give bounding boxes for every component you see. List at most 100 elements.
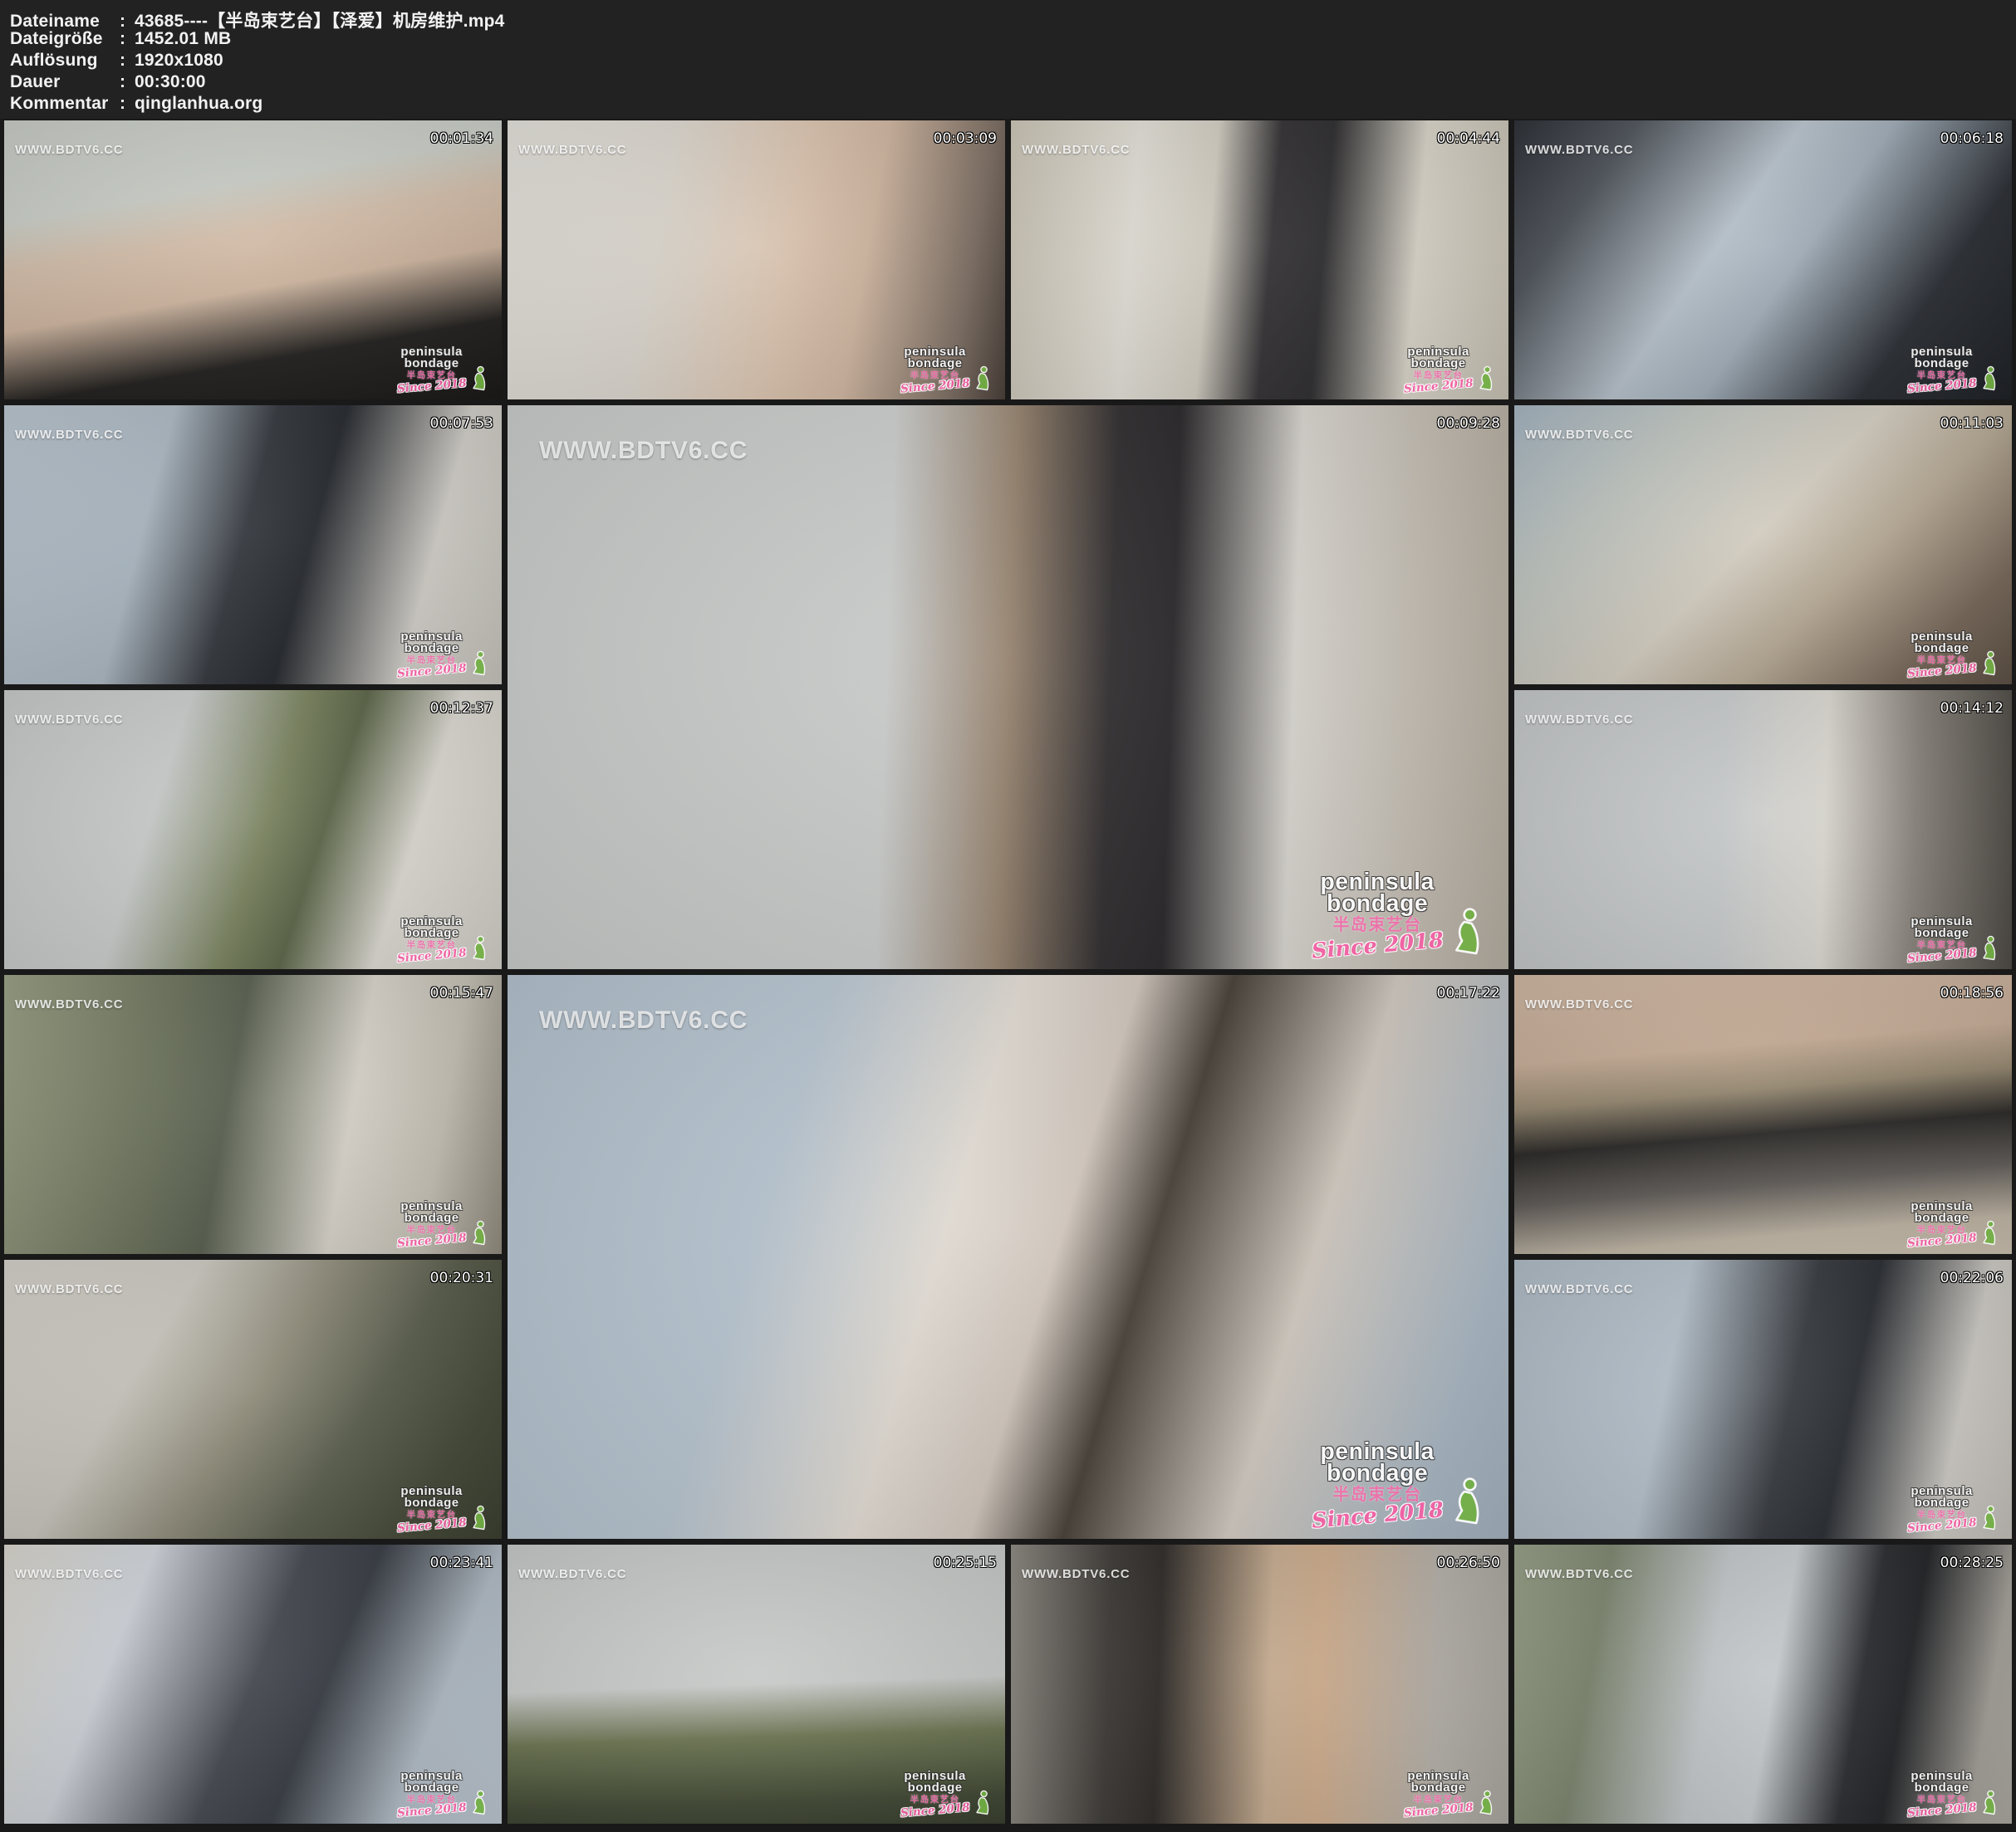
logo-line-2: bondage: [397, 358, 467, 370]
video-thumbnail[interactable]: WWW.BDTV6.CC 00:09:28 peninsula bondage …: [508, 405, 1508, 969]
site-watermark: WWW.BDTV6.CC: [15, 428, 123, 442]
kneeling-figure-icon: [1979, 1505, 1999, 1531]
logo-text: peninsula bondage 半岛束艺台 Since 2018: [1907, 1486, 1977, 1531]
site-watermark: WWW.BDTV6.CC: [539, 437, 748, 465]
timestamp-overlay: 00:15:47: [430, 985, 493, 1002]
logo-line-2: bondage: [397, 1782, 467, 1794]
peninsula-bondage-logo: peninsula bondage 半岛束艺台 Since 2018: [1312, 871, 1485, 958]
meta-row-filename: Dateiname : 43685----【半岛束艺台】【泽爱】机房维护.mp4: [10, 7, 2008, 29]
logo-line-2: bondage: [1907, 358, 1977, 370]
video-thumbnail[interactable]: WWW.BDTV6.CC 00:01:34 peninsula bondage …: [4, 120, 502, 399]
kneeling-figure-icon: [468, 1790, 488, 1816]
resolution-label: Auflösung: [10, 51, 120, 71]
video-thumbnail[interactable]: WWW.BDTV6.CC 00:06:18 peninsula bondage …: [1514, 120, 2012, 399]
thumbnail-grid: WWW.BDTV6.CC 00:01:34 peninsula bondage …: [4, 120, 2012, 1824]
timestamp-overlay: 00:11:03: [1940, 415, 2004, 432]
meta-row-comment: Kommentar : qinglanhua.org: [10, 94, 2008, 115]
timestamp-overlay: 00:18:56: [1940, 985, 2004, 1002]
site-watermark: WWW.BDTV6.CC: [539, 1007, 748, 1035]
video-thumbnail[interactable]: WWW.BDTV6.CC 00:28:25 peninsula bondage …: [1514, 1545, 2012, 1824]
peninsula-bondage-logo: peninsula bondage 半岛束艺台 Since 2018: [1907, 1771, 1999, 1816]
video-thumbnail[interactable]: WWW.BDTV6.CC 00:14:12 peninsula bondage …: [1514, 690, 2012, 969]
video-thumbnail[interactable]: WWW.BDTV6.CC 00:23:41 peninsula bondage …: [4, 1545, 502, 1824]
logo-text: peninsula bondage 半岛束艺台 Since 2018: [1404, 1771, 1474, 1816]
logo-line-2: bondage: [1312, 893, 1444, 914]
video-thumbnail[interactable]: WWW.BDTV6.CC 00:20:31 peninsula bondage …: [4, 1260, 502, 1539]
video-thumbnail[interactable]: WWW.BDTV6.CC 00:17:22 peninsula bondage …: [508, 975, 1508, 1539]
peninsula-bondage-logo: peninsula bondage 半岛束艺台 Since 2018: [900, 1771, 992, 1816]
timestamp-overlay: 00:14:12: [1940, 700, 2004, 717]
logo-text: peninsula bondage 半岛束艺台 Since 2018: [1907, 916, 1977, 962]
logo-line-2: bondage: [1404, 1782, 1474, 1794]
timestamp-overlay: 00:25:15: [934, 1555, 997, 1571]
file-info-header: Dateiname : 43685----【半岛束艺台】【泽爱】机房维护.mp4…: [0, 0, 2016, 119]
kneeling-figure-icon: [972, 1790, 992, 1816]
kneeling-figure-icon: [1979, 1790, 1999, 1816]
video-thumbnail[interactable]: WWW.BDTV6.CC 00:04:44 peninsula bondage …: [1011, 120, 1508, 399]
site-watermark: WWW.BDTV6.CC: [1525, 1282, 1633, 1296]
video-thumbnail[interactable]: WWW.BDTV6.CC 00:18:56 peninsula bondage …: [1514, 975, 2012, 1254]
kneeling-figure-icon: [972, 365, 992, 392]
duration-label: Dauer: [10, 72, 120, 92]
logo-line-2: bondage: [397, 1212, 467, 1224]
meta-row-duration: Dauer : 00:30:00: [10, 72, 2008, 94]
video-thumbnail[interactable]: WWW.BDTV6.CC 00:03:09 peninsula bondage …: [508, 120, 1005, 399]
logo-line-2: bondage: [1907, 1497, 1977, 1509]
peninsula-bondage-logo: peninsula bondage 半岛束艺台 Since 2018: [397, 631, 488, 677]
peninsula-bondage-logo: peninsula bondage 半岛束艺台 Since 2018: [1907, 631, 1999, 677]
video-thumbnail[interactable]: WWW.BDTV6.CC 00:07:53 peninsula bondage …: [4, 405, 502, 684]
peninsula-bondage-logo: peninsula bondage 半岛束艺台 Since 2018: [1907, 916, 1999, 962]
comment-label: Kommentar: [10, 94, 120, 114]
kneeling-figure-icon: [1979, 365, 1999, 392]
meta-row-filesize: Dateigröße : 1452.01 MB: [10, 29, 2008, 51]
timestamp-overlay: 00:22:06: [1940, 1270, 2004, 1286]
timestamp-overlay: 00:09:28: [1437, 415, 1500, 432]
logo-text: peninsula bondage 半岛束艺台 Since 2018: [397, 631, 467, 677]
kneeling-figure-icon: [1447, 907, 1485, 958]
site-watermark: WWW.BDTV6.CC: [15, 1567, 123, 1581]
logo-text: peninsula bondage 半岛束艺台 Since 2018: [1312, 871, 1444, 958]
site-watermark: WWW.BDTV6.CC: [15, 143, 123, 157]
timestamp-overlay: 00:06:18: [1940, 130, 2004, 147]
logo-line-2: bondage: [397, 928, 467, 939]
logo-text: peninsula bondage 半岛束艺台 Since 2018: [397, 1771, 467, 1816]
logo-text: peninsula bondage 半岛束艺台 Since 2018: [397, 1201, 467, 1247]
video-thumbnail[interactable]: WWW.BDTV6.CC 00:26:50 peninsula bondage …: [1011, 1545, 1508, 1824]
video-thumbnail[interactable]: WWW.BDTV6.CC 00:22:06 peninsula bondage …: [1514, 1260, 2012, 1539]
comment-value: qinglanhua.org: [135, 94, 2008, 114]
site-watermark: WWW.BDTV6.CC: [518, 143, 626, 157]
video-thumbnail[interactable]: WWW.BDTV6.CC 00:12:37 peninsula bondage …: [4, 690, 502, 969]
separator: :: [120, 29, 135, 49]
timestamp-overlay: 00:26:50: [1437, 1555, 1500, 1571]
timestamp-overlay: 00:17:22: [1437, 985, 1500, 1002]
logo-line-2: bondage: [1907, 1782, 1977, 1794]
video-thumbnail[interactable]: WWW.BDTV6.CC 00:11:03 peninsula bondage …: [1514, 405, 2012, 684]
separator: :: [120, 94, 135, 114]
kneeling-figure-icon: [1475, 1790, 1495, 1816]
logo-line-2: bondage: [1907, 643, 1977, 654]
peninsula-bondage-logo: peninsula bondage 半岛束艺台 Since 2018: [1907, 1201, 1999, 1247]
duration-value: 00:30:00: [135, 72, 2008, 92]
separator: :: [120, 72, 135, 92]
logo-text: peninsula bondage 半岛束艺台 Since 2018: [397, 1486, 467, 1531]
timestamp-overlay: 00:03:09: [934, 130, 997, 147]
logo-line-2: bondage: [1907, 928, 1977, 939]
meta-row-resolution: Auflösung : 1920x1080: [10, 51, 2008, 72]
logo-line-2: bondage: [900, 358, 970, 370]
peninsula-bondage-logo: peninsula bondage 半岛束艺台 Since 2018: [397, 346, 488, 392]
peninsula-bondage-logo: peninsula bondage 半岛束艺台 Since 2018: [900, 346, 992, 392]
kneeling-figure-icon: [468, 650, 488, 677]
video-thumbnail[interactable]: WWW.BDTV6.CC 00:15:47 peninsula bondage …: [4, 975, 502, 1254]
logo-text: peninsula bondage 半岛束艺台 Since 2018: [900, 1771, 970, 1816]
site-watermark: WWW.BDTV6.CC: [15, 713, 123, 727]
filesize-label: Dateigröße: [10, 29, 120, 49]
peninsula-bondage-logo: peninsula bondage 半岛束艺台 Since 2018: [1907, 1486, 1999, 1531]
kneeling-figure-icon: [1475, 365, 1495, 392]
logo-text: peninsula bondage 半岛束艺台 Since 2018: [397, 346, 467, 392]
site-watermark: WWW.BDTV6.CC: [1022, 143, 1130, 157]
video-thumbnail[interactable]: WWW.BDTV6.CC 00:25:15 peninsula bondage …: [508, 1545, 1005, 1824]
kneeling-figure-icon: [1979, 650, 1999, 677]
logo-text: peninsula bondage 半岛束艺台 Since 2018: [397, 916, 467, 962]
site-watermark: WWW.BDTV6.CC: [15, 1282, 123, 1296]
filesize-value: 1452.01 MB: [135, 29, 2008, 49]
